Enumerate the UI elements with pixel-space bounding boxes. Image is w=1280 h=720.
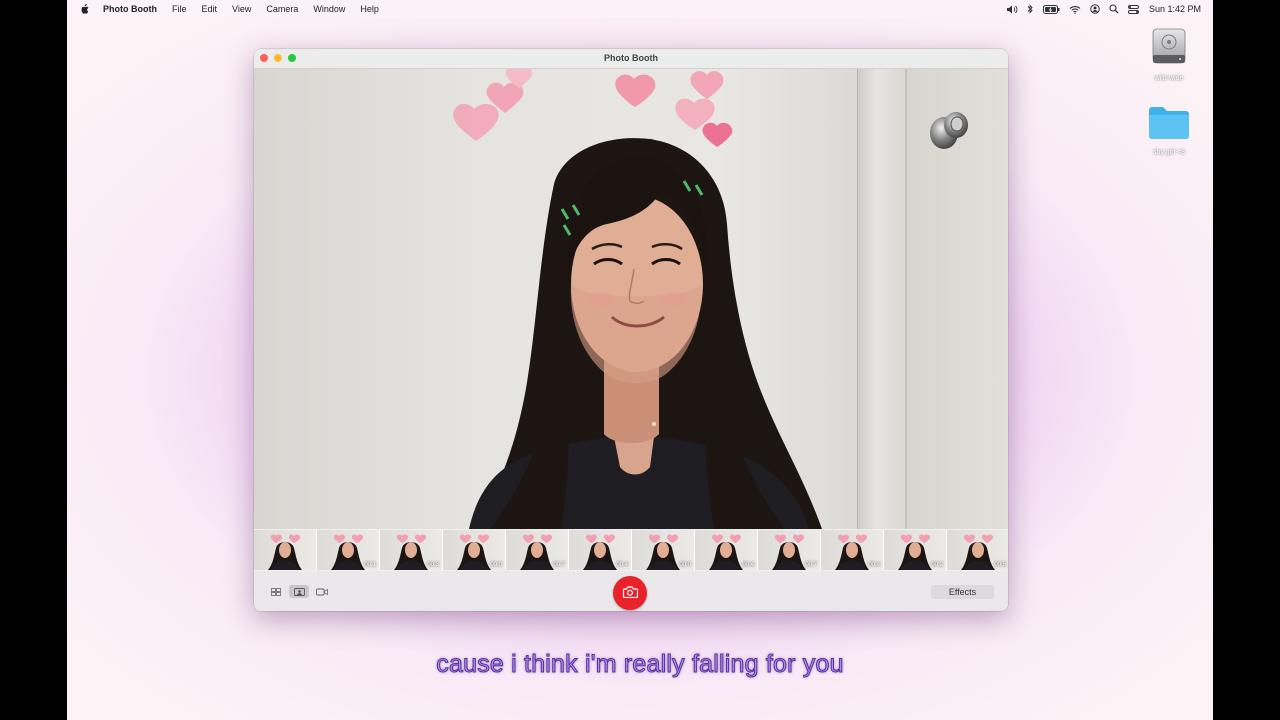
thumbnail-duration: 00:4 bbox=[616, 562, 628, 568]
take-photo-button[interactable] bbox=[613, 576, 647, 610]
filmstrip-thumbnail[interactable]: 00:4 bbox=[821, 530, 884, 570]
filmstrip-thumbnail[interactable]: 00:4 bbox=[695, 530, 758, 570]
menu-window[interactable]: Window bbox=[313, 4, 345, 14]
thumbnail-duration: 00:2 bbox=[931, 562, 943, 568]
single-photo-icon[interactable] bbox=[289, 585, 309, 598]
window-title: Photo Booth bbox=[604, 53, 658, 63]
thumbnail-duration: 00:7 bbox=[553, 562, 565, 568]
thumbnail-duration: 00:0 bbox=[679, 562, 691, 568]
menu-bar: Photo Booth File Edit View Camera Window… bbox=[67, 0, 1213, 18]
filmstrip-thumbnail[interactable]: 00:3 bbox=[380, 530, 443, 570]
volume-icon[interactable] bbox=[1006, 5, 1018, 14]
desktop-icon-label: wild-wide bbox=[1154, 75, 1184, 82]
person-with-heart-effect bbox=[453, 69, 822, 529]
thumbnail-duration: 00:0 bbox=[490, 562, 502, 568]
desktop-icon-label: shy girl <3 bbox=[1152, 149, 1186, 156]
filmstrip-thumbnail[interactable]: 00:0 bbox=[443, 530, 506, 570]
filmstrip-thumbnail[interactable]: 00:1 bbox=[317, 530, 380, 570]
camera-preview bbox=[254, 69, 1008, 529]
filmstrip-thumbnail[interactable] bbox=[254, 530, 317, 570]
apple-icon[interactable] bbox=[79, 4, 89, 14]
desktop-icon-drive[interactable]: wild-wide bbox=[1134, 26, 1204, 82]
filmstrip-thumbnail[interactable]: 00:2 bbox=[884, 530, 947, 570]
thumbnail-duration: 00:4 bbox=[742, 562, 754, 568]
filmstrip-thumbnail[interactable]: 00:5 bbox=[947, 530, 1008, 570]
user-icon[interactable] bbox=[1090, 4, 1100, 14]
thumbnail-duration: 00:5 bbox=[994, 562, 1006, 568]
heart-overlay bbox=[453, 69, 733, 153]
desktop-icon-folder[interactable]: shy girl <3 bbox=[1134, 104, 1204, 156]
desktop: Photo Booth File Edit View Camera Window… bbox=[67, 0, 1213, 720]
bluetooth-icon[interactable] bbox=[1027, 4, 1034, 14]
menu-app-name[interactable]: Photo Booth bbox=[103, 4, 157, 14]
photo-booth-window: Photo Booth 00:1 00:3 00:0 00:7 00:4 00:… bbox=[254, 49, 1008, 611]
wifi-icon[interactable] bbox=[1069, 5, 1081, 14]
menu-view[interactable]: View bbox=[232, 4, 251, 14]
hard-drive-icon bbox=[1149, 26, 1189, 71]
video-subtitle: cause i think i'm really falling for you bbox=[436, 650, 844, 679]
thumbnail-duration: 00:3 bbox=[427, 562, 439, 568]
thumbnail-image bbox=[268, 534, 302, 570]
filmstrip-thumbnail[interactable]: 00:7 bbox=[758, 530, 821, 570]
camera-icon bbox=[622, 585, 639, 601]
thumbnail-duration: 00:4 bbox=[868, 562, 880, 568]
video-icon[interactable] bbox=[312, 585, 332, 598]
effects-button[interactable]: Effects bbox=[931, 585, 994, 599]
thumbnail-duration: 00:7 bbox=[805, 562, 817, 568]
menu-clock[interactable]: Sun 1:42 PM bbox=[1149, 4, 1201, 14]
window-titlebar[interactable]: Photo Booth bbox=[254, 49, 1008, 69]
thumbnail-duration: 00:1 bbox=[364, 562, 376, 568]
folder-icon bbox=[1148, 104, 1190, 145]
filmstrip[interactable]: 00:1 00:3 00:0 00:7 00:4 00:0 00:4 00:7 00:4 00:2… bbox=[254, 529, 1008, 571]
filmstrip-thumbnail[interactable]: 00:7 bbox=[506, 530, 569, 570]
menu-camera[interactable]: Camera bbox=[266, 4, 298, 14]
search-icon[interactable] bbox=[1109, 4, 1119, 14]
filmstrip-thumbnail[interactable]: 00:4 bbox=[569, 530, 632, 570]
menu-edit[interactable]: Edit bbox=[202, 4, 218, 14]
control-center-icon[interactable] bbox=[1127, 4, 1139, 14]
menu-bar-status: Sun 1:42 PM bbox=[997, 4, 1213, 14]
menu-help[interactable]: Help bbox=[360, 4, 379, 14]
menu-file[interactable]: File bbox=[172, 4, 187, 14]
grid-view-icon[interactable] bbox=[266, 585, 286, 598]
battery-icon[interactable] bbox=[1042, 4, 1060, 14]
bottom-toolbar: Effects bbox=[254, 571, 1008, 611]
filmstrip-thumbnail[interactable]: 00:0 bbox=[632, 530, 695, 570]
view-mode-segmented-control bbox=[266, 585, 335, 598]
